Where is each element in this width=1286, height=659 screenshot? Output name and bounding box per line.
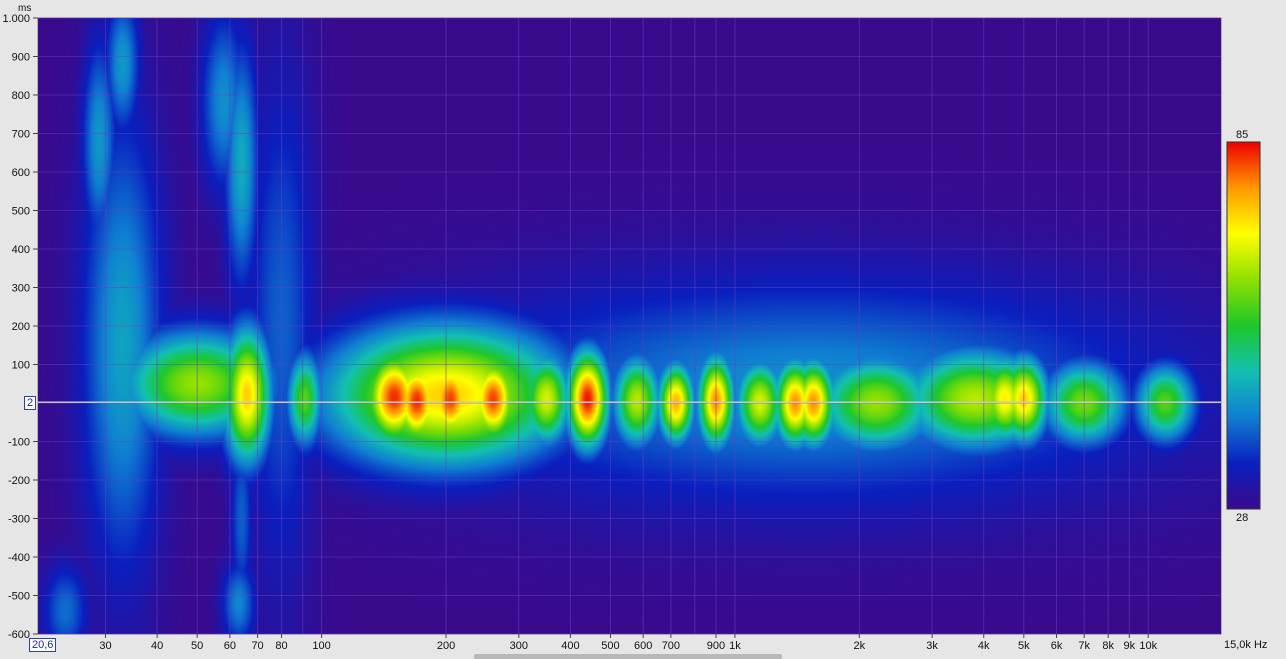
time-cursor-readout[interactable]: 2: [24, 396, 37, 410]
color-scale-max: 85: [1236, 129, 1249, 141]
frequency-cursor-readout[interactable]: 20,6: [29, 638, 57, 652]
color-scale: [1226, 141, 1261, 510]
horizontal-scrollbar[interactable]: [474, 654, 782, 659]
x-axis-end-value: 15,0k: [1224, 639, 1251, 651]
x-axis-end-label: 15,0k Hz: [1224, 639, 1267, 651]
color-scale-min: 28: [1236, 512, 1249, 524]
x-axis-unit: Hz: [1253, 639, 1268, 651]
color-scale-bar: [1226, 141, 1261, 510]
waterfall-chart: 1.000 900 800 700 600 500 400 300 200 100 -100 -200…: [0, 0, 1286, 659]
y-axis-unit: ms: [18, 3, 32, 14]
